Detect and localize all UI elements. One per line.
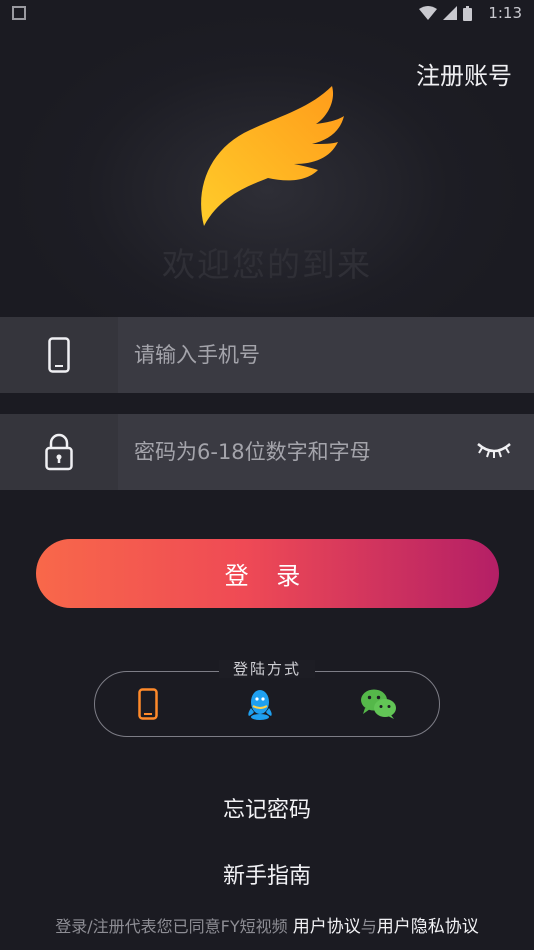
beginner-guide-link[interactable]: 新手指南 bbox=[0, 858, 534, 890]
notification-icon bbox=[12, 6, 26, 20]
qq-icon[interactable] bbox=[245, 688, 275, 720]
phone-icon[interactable] bbox=[138, 688, 158, 720]
register-account-link[interactable]: 注册账号 bbox=[416, 56, 512, 91]
wing-logo bbox=[201, 86, 344, 226]
forgot-password-link[interactable]: 忘记密码 bbox=[0, 792, 534, 824]
phone-field bbox=[0, 317, 534, 393]
status-time: 1:13 bbox=[488, 4, 522, 22]
eye-closed-icon[interactable] bbox=[476, 438, 512, 462]
user-agreement-link[interactable]: 用户协议 bbox=[293, 917, 361, 937]
status-bar: 1:13 bbox=[0, 0, 534, 28]
password-input[interactable] bbox=[134, 414, 454, 490]
status-icons bbox=[419, 5, 472, 21]
password-field bbox=[0, 414, 534, 490]
login-button[interactable]: 登 录 bbox=[36, 539, 499, 608]
terms-prefix: 登录/注册代表您已同意FY短视频 bbox=[55, 917, 293, 936]
wifi-icon bbox=[419, 6, 437, 20]
signal-icon bbox=[443, 6, 457, 20]
terms-connector: 与 bbox=[360, 917, 377, 936]
wechat-icon[interactable] bbox=[360, 688, 398, 720]
login-button-label: 登 录 bbox=[224, 562, 311, 590]
welcome-text: 欢迎您的到来 bbox=[162, 245, 372, 284]
phone-input[interactable] bbox=[134, 317, 454, 393]
lock-icon bbox=[45, 433, 73, 471]
terms-notice: 登录/注册代表您已同意FY短视频 用户协议与用户隐私协议 bbox=[0, 912, 534, 937]
privacy-agreement-link[interactable]: 用户隐私协议 bbox=[377, 917, 479, 937]
login-methods-title: 登陆方式 bbox=[218, 660, 315, 678]
battery-icon bbox=[463, 5, 472, 21]
mobile-phone-icon bbox=[48, 337, 70, 373]
